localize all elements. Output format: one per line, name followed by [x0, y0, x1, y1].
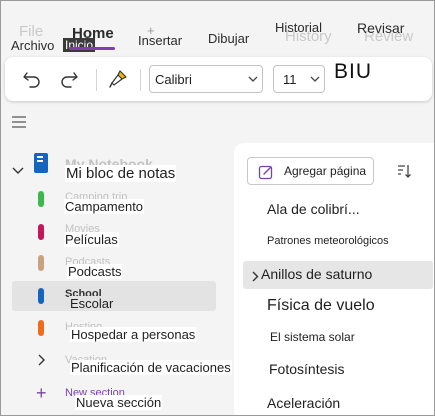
- add-page-button[interactable]: Agregar página: [247, 157, 374, 185]
- section-color-tab: [38, 288, 44, 304]
- font-size-select[interactable]: 11: [273, 65, 325, 93]
- navigation-toggle-icon[interactable]: [11, 115, 27, 134]
- section-vacaciones[interactable]: Planificación de vacaciones: [70, 360, 232, 375]
- notebook-icon: [34, 153, 48, 173]
- chevron-down-icon: [306, 76, 324, 82]
- tab-insert[interactable]: Insertar: [138, 33, 182, 48]
- tab-history[interactable]: Historial: [275, 20, 322, 35]
- add-page-label: Agregar página: [284, 164, 367, 178]
- page-item[interactable]: Patrones meteorológicos: [267, 235, 389, 247]
- active-tab-indicator: [69, 47, 115, 50]
- page-item[interactable]: El sistema solar: [270, 330, 355, 344]
- undo-icon[interactable]: [19, 66, 45, 92]
- toolbar-divider: [140, 69, 141, 91]
- section-escolar[interactable]: Escolar: [69, 296, 115, 311]
- tab-review[interactable]: Revisar: [357, 20, 404, 36]
- bold-italic-underline-buttons[interactable]: BIU: [334, 60, 372, 84]
- tab-draw[interactable]: Dibujar: [208, 31, 249, 46]
- chevron-right-icon: [252, 269, 259, 287]
- section-color-tab: [38, 191, 44, 207]
- tab-file[interactable]: Archivo: [11, 38, 54, 53]
- collapse-chevron-icon[interactable]: [12, 162, 24, 180]
- font-family-select[interactable]: Calibri: [149, 65, 263, 93]
- format-painter-icon[interactable]: [105, 66, 131, 92]
- section-podcasts[interactable]: Podcasts: [67, 264, 123, 279]
- section-color-tab: [38, 320, 44, 336]
- chevron-down-icon: [244, 76, 262, 82]
- expand-chevron-icon[interactable]: [38, 353, 46, 371]
- page-item[interactable]: Ala de colibrí...: [267, 201, 360, 217]
- page-item-selected[interactable]: Anillos de saturno: [261, 266, 372, 282]
- page-item[interactable]: Física de vuelo: [267, 297, 375, 315]
- sort-icon[interactable]: [396, 163, 412, 184]
- page-item[interactable]: Fotosíntesis: [269, 361, 344, 377]
- add-section-icon[interactable]: +: [36, 384, 47, 402]
- toolbar-divider: [96, 69, 97, 91]
- font-size-value: 11: [283, 71, 297, 87]
- section-campamento[interactable]: Campamento: [64, 199, 145, 214]
- onenote-window: File Archivo Home Inicio + Insertar Dibu…: [0, 0, 435, 416]
- section-color-tab: [38, 224, 44, 240]
- notebook-title[interactable]: Mi bloc de notas: [65, 165, 177, 182]
- section-hospedar[interactable]: Hospedar a personas: [70, 327, 197, 342]
- section-peliculas[interactable]: Películas: [64, 232, 119, 247]
- page-item[interactable]: Aceleración: [267, 395, 340, 411]
- add-page-icon: [258, 164, 274, 185]
- redo-icon[interactable]: [56, 66, 82, 92]
- new-section-button[interactable]: Nueva sección: [75, 395, 163, 410]
- section-color-tab: [38, 255, 44, 271]
- font-family-value: Calibri: [155, 71, 192, 87]
